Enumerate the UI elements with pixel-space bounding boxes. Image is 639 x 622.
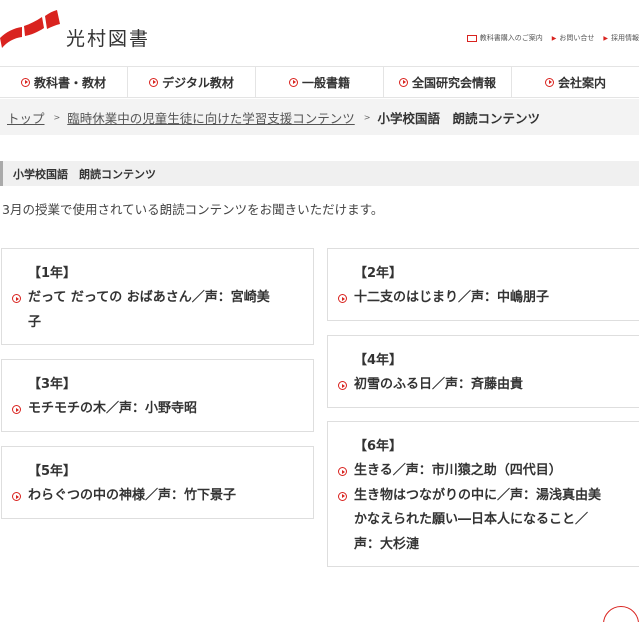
nav-item-digital[interactable]: デジタル教材 xyxy=(128,67,256,97)
section-title: 小学校国語 朗読コンテンツ xyxy=(0,161,639,186)
play-circle-icon xyxy=(12,294,21,303)
contact-link[interactable]: ▶ お問い合せ xyxy=(552,33,595,43)
global-nav: 教科書・教材 デジタル教材 一般書籍 全国研究会情報 会社案内 xyxy=(0,66,639,98)
play-circle-icon xyxy=(20,77,30,87)
recruit-link[interactable]: ▶ 採用情報 xyxy=(603,33,639,43)
nav-item-textbooks[interactable]: 教科書・教材 xyxy=(0,67,128,97)
grade-label: 【3年】 xyxy=(28,377,77,392)
reading-link[interactable]: 十二支のはじまり／声：中嶋朋子 xyxy=(338,286,629,311)
nav-item-books[interactable]: 一般書籍 xyxy=(256,67,384,97)
grade-label: 【4年】 xyxy=(354,353,403,368)
grade-card-5: 【5年】 わらぐつの中の神様／声：竹下景子 xyxy=(1,446,314,519)
play-circle-icon xyxy=(338,381,347,390)
play-circle-icon xyxy=(149,77,159,87)
breadcrumb-separator: > xyxy=(53,112,61,122)
grade-card-6: 【6年】 生きる／声：市川猿之助（四代目） 生き物はつながりの中に／声：湯浅真由… xyxy=(327,421,639,567)
arrow-right-icon: ▶ xyxy=(551,34,557,42)
nav-item-research[interactable]: 全国研究会情報 xyxy=(384,67,512,97)
mail-icon xyxy=(466,34,477,42)
page-top-button[interactable] xyxy=(603,606,639,622)
reading-link[interactable]: モチモチの木／声：小野寺昭 xyxy=(12,397,303,422)
brand-logo-icon[interactable] xyxy=(0,8,62,50)
reading-link[interactable]: だって だっての おばあさん／声：宮崎美 子 xyxy=(12,286,303,335)
breadcrumb: トップ > 臨時休業中の児童生徒に向けた学習支援コンテンツ > 小学校国語 朗読… xyxy=(0,99,639,135)
play-circle-icon xyxy=(338,294,347,303)
reading-link[interactable]: 生きる／声：市川猿之助（四代目） xyxy=(338,459,629,484)
breadcrumb-separator: > xyxy=(363,112,371,122)
play-circle-icon xyxy=(544,77,554,87)
play-circle-icon xyxy=(398,77,408,87)
grade-label: 【5年】 xyxy=(28,464,77,479)
nav-item-company[interactable]: 会社案内 xyxy=(512,67,639,97)
grade-label: 【6年】 xyxy=(354,439,403,454)
purchase-link[interactable]: 教科書購入のご案内 xyxy=(466,33,543,43)
grade-label: 【2年】 xyxy=(354,266,403,281)
arrow-right-icon: ▶ xyxy=(603,34,608,42)
breadcrumb-parent[interactable]: 臨時休業中の児童生徒に向けた学習支援コンテンツ xyxy=(67,108,355,127)
reading-link[interactable]: かなえられた願い―日本人になること／ 声：大杉漣 xyxy=(338,508,629,557)
reading-link[interactable]: わらぐつの中の神様／声：竹下景子 xyxy=(12,484,303,509)
grade-card-3: 【3年】 モチモチの木／声：小野寺昭 xyxy=(1,359,314,432)
reading-link[interactable]: 初雪のふる日／声：斉藤由貴 xyxy=(338,373,629,398)
utility-links: 教科書購入のご案内 ▶ お問い合せ ▶ 採用情報 xyxy=(458,33,639,43)
site-name[interactable]: 光村図書 xyxy=(66,24,150,51)
play-circle-icon xyxy=(12,405,21,414)
grade-card-1: 【1年】 だって だっての おばあさん／声：宮崎美 子 xyxy=(1,248,314,345)
play-circle-icon xyxy=(338,467,347,476)
play-circle-icon xyxy=(12,492,21,501)
play-circle-icon xyxy=(338,491,347,501)
grade-card-4: 【4年】 初雪のふる日／声：斉藤由貴 xyxy=(327,335,639,408)
breadcrumb-current: 小学校国語 朗読コンテンツ xyxy=(377,110,540,126)
grade-card-2: 【2年】 十二支のはじまり／声：中嶋朋子 xyxy=(327,248,639,321)
intro-text: 3月の授業で使用されている朗読コンテンツをお聞きいただけます。 xyxy=(2,202,384,217)
reading-link[interactable]: 生き物はつながりの中に／声：湯浅真由美 xyxy=(338,484,629,509)
play-circle-icon xyxy=(288,77,298,87)
breadcrumb-home[interactable]: トップ xyxy=(7,108,45,127)
grade-label: 【1年】 xyxy=(28,266,77,281)
